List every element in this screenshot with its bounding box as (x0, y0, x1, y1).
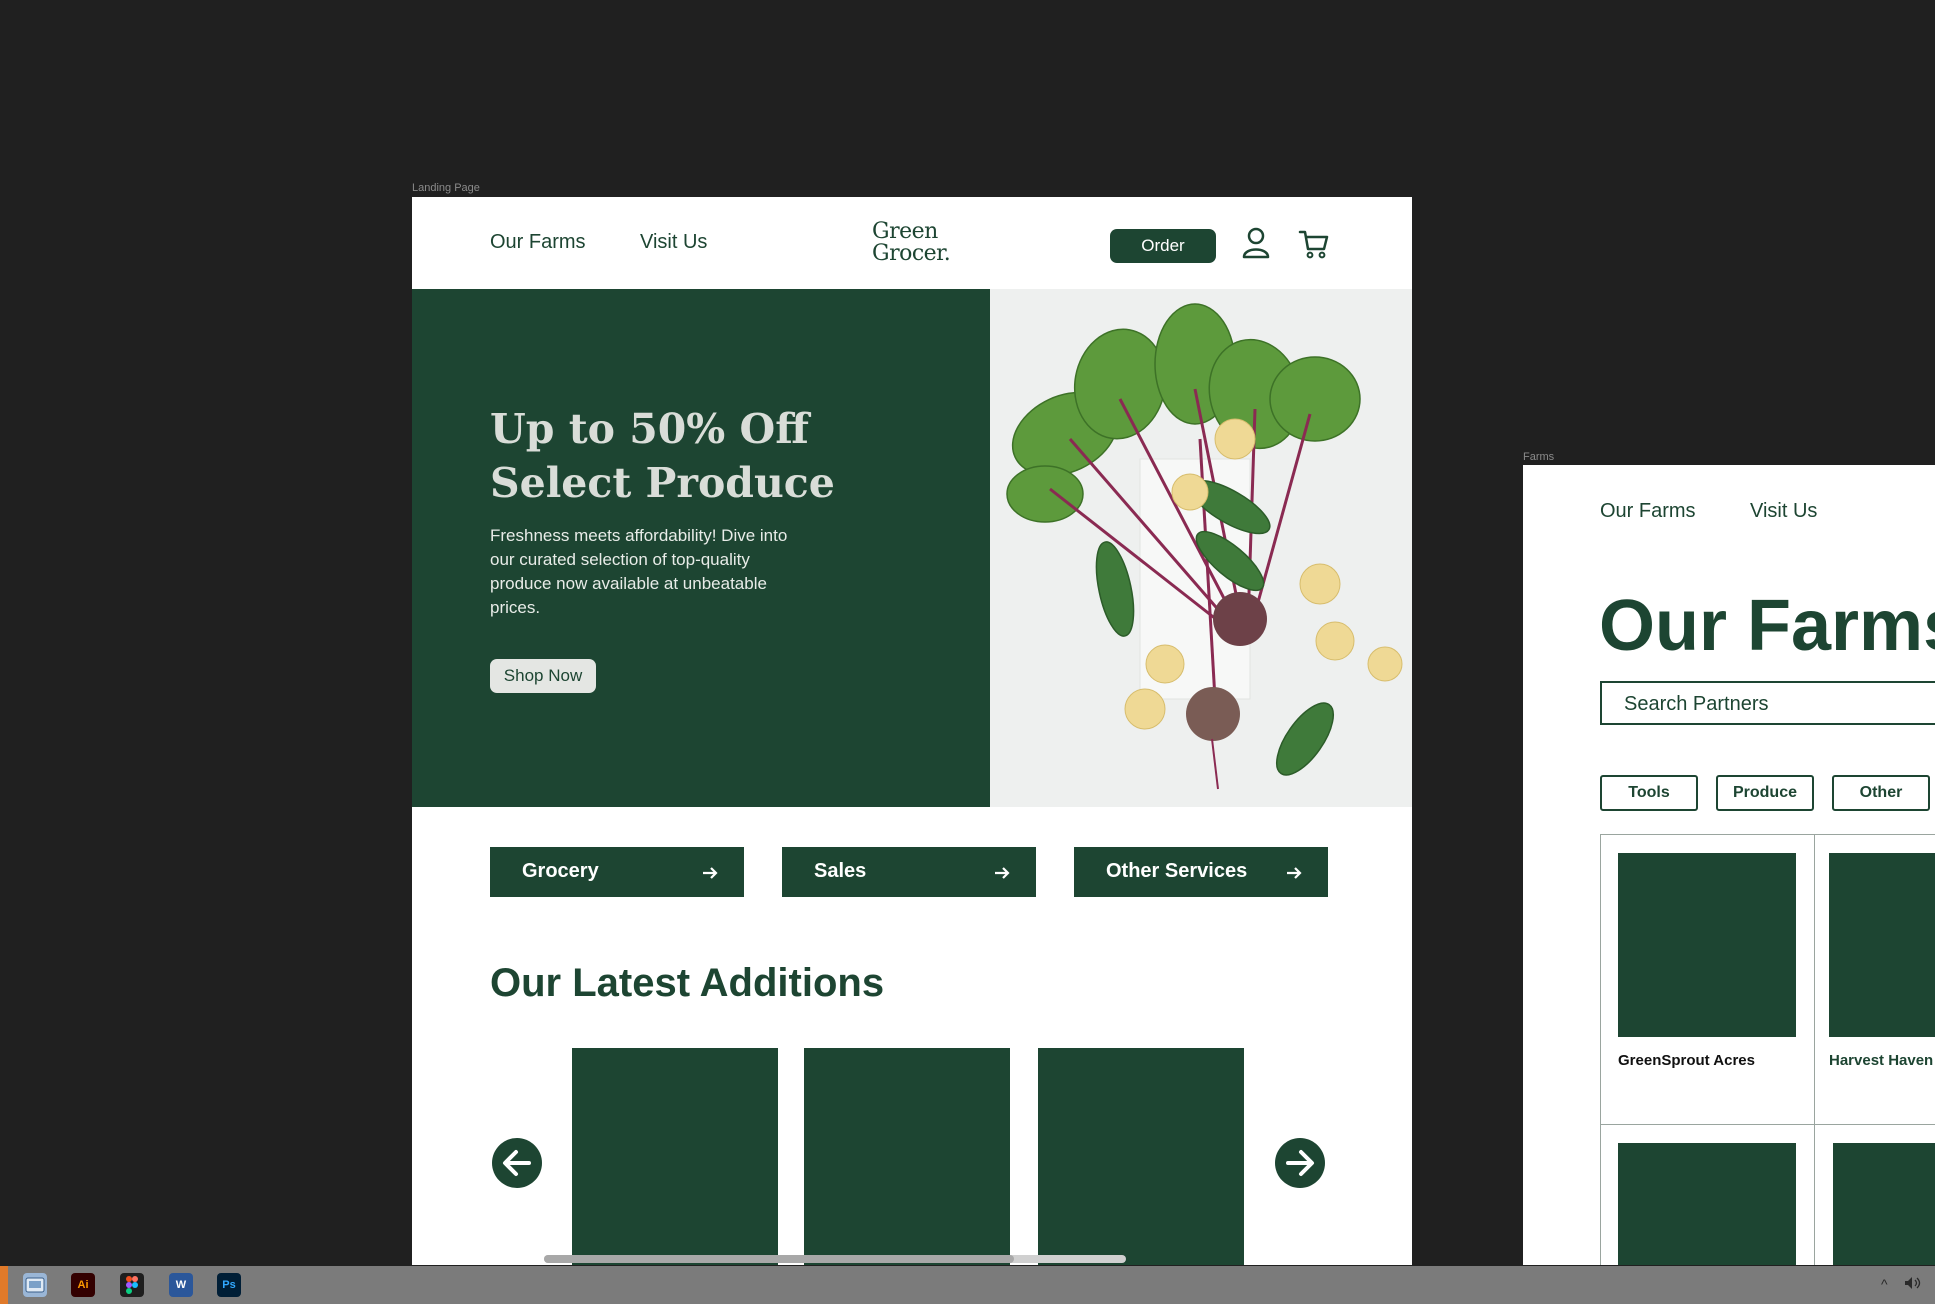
filter-tools-button[interactable]: Tools (1600, 775, 1698, 811)
category-other-services-label: Other Services (1106, 860, 1248, 882)
landing-page-frame[interactable]: Our Farms Visit Us Green Grocer. Order U… (412, 197, 1412, 1265)
filter-produce-button[interactable]: Produce (1716, 775, 1814, 811)
word-icon[interactable]: W (169, 1273, 193, 1297)
farm-card-name[interactable]: Harvest Haven (1829, 1052, 1933, 1069)
grid-border (1600, 834, 1935, 835)
grid-border (1600, 1124, 1935, 1125)
hero-title-line1: Up to 50% Off (490, 405, 809, 453)
arrow-right-icon (1286, 864, 1302, 887)
nav-visit-us[interactable]: Visit Us (640, 231, 707, 254)
category-sales-label: Sales (814, 860, 867, 882)
grid-border (1814, 834, 1815, 1265)
arrow-right-icon (702, 864, 718, 887)
logo[interactable]: Green Grocer. (872, 221, 982, 265)
category-sales-button[interactable]: Sales (782, 847, 1036, 897)
cart-icon[interactable] (1298, 229, 1330, 264)
arrow-right-icon (994, 864, 1010, 887)
nav-our-farms[interactable]: Our Farms (1600, 500, 1696, 523)
taskbar-accent (0, 1266, 8, 1304)
photoshop-icon[interactable]: Ps (217, 1273, 241, 1297)
farm-card-image[interactable] (1618, 853, 1796, 1037)
canvas-horizontal-scrollbar[interactable] (544, 1255, 1126, 1263)
nav-our-farms[interactable]: Our Farms (490, 231, 586, 254)
logo-line1: Green (872, 219, 938, 244)
filter-other-button[interactable]: Other (1832, 775, 1930, 811)
chevron-up-icon[interactable]: ^ (1881, 1276, 1888, 1292)
frame-label-farms[interactable]: Farms (1523, 451, 1554, 463)
farms-page-frame[interactable]: Our Farms Visit Us Our Farms Search Part… (1523, 465, 1935, 1265)
category-grocery-label: Grocery (522, 860, 599, 882)
taskbar: Ai W Ps ^ (0, 1266, 1935, 1304)
frame-label-landing[interactable]: Landing Page (412, 182, 480, 194)
hero-produce-image (990, 289, 1412, 807)
farm-card-image[interactable] (1833, 1143, 1935, 1265)
hero-banner: Up to 50% Off Select Produce Freshness m… (412, 289, 990, 807)
farm-card-image[interactable] (1618, 1143, 1796, 1265)
top-nav: Our Farms Visit Us Green Grocer. Order (412, 197, 1412, 289)
arrow-right-icon (1286, 1150, 1314, 1176)
latest-additions-title: Our Latest Additions (490, 961, 885, 1005)
product-card-placeholder[interactable] (1038, 1048, 1244, 1265)
nav-visit-us[interactable]: Visit Us (1750, 500, 1817, 523)
logo-line2: Grocer. (872, 241, 951, 266)
scrollbar-thumb[interactable] (544, 1255, 1014, 1263)
grid-border (1600, 834, 1601, 1265)
shop-now-button[interactable]: Shop Now (490, 659, 596, 693)
carousel-prev-button[interactable] (492, 1138, 542, 1188)
figma-icon[interactable] (120, 1273, 144, 1297)
arrow-left-icon (503, 1150, 531, 1176)
category-other-services-button[interactable]: Other Services (1074, 847, 1328, 897)
hero-title: Up to 50% Off Select Produce (490, 402, 890, 510)
hero-description: Freshness meets affordability! Dive into… (490, 526, 788, 617)
farm-card-name[interactable]: GreenSprout Acres (1618, 1052, 1755, 1069)
hero-title-line2: Select Produce (490, 459, 835, 507)
carousel-next-button[interactable] (1275, 1138, 1325, 1188)
page-title: Our Farms (1599, 586, 1935, 666)
product-card-placeholder[interactable] (804, 1048, 1010, 1265)
farm-card-image[interactable] (1829, 853, 1935, 1037)
product-card-placeholder[interactable] (572, 1048, 778, 1265)
order-button[interactable]: Order (1110, 229, 1216, 263)
user-icon[interactable] (1242, 227, 1270, 264)
speaker-icon[interactable] (1904, 1276, 1922, 1293)
search-partners-input[interactable]: Search Partners (1600, 681, 1935, 725)
category-grocery-button[interactable]: Grocery (490, 847, 744, 897)
illustrator-icon[interactable]: Ai (71, 1273, 95, 1297)
finder-icon[interactable] (23, 1273, 47, 1297)
